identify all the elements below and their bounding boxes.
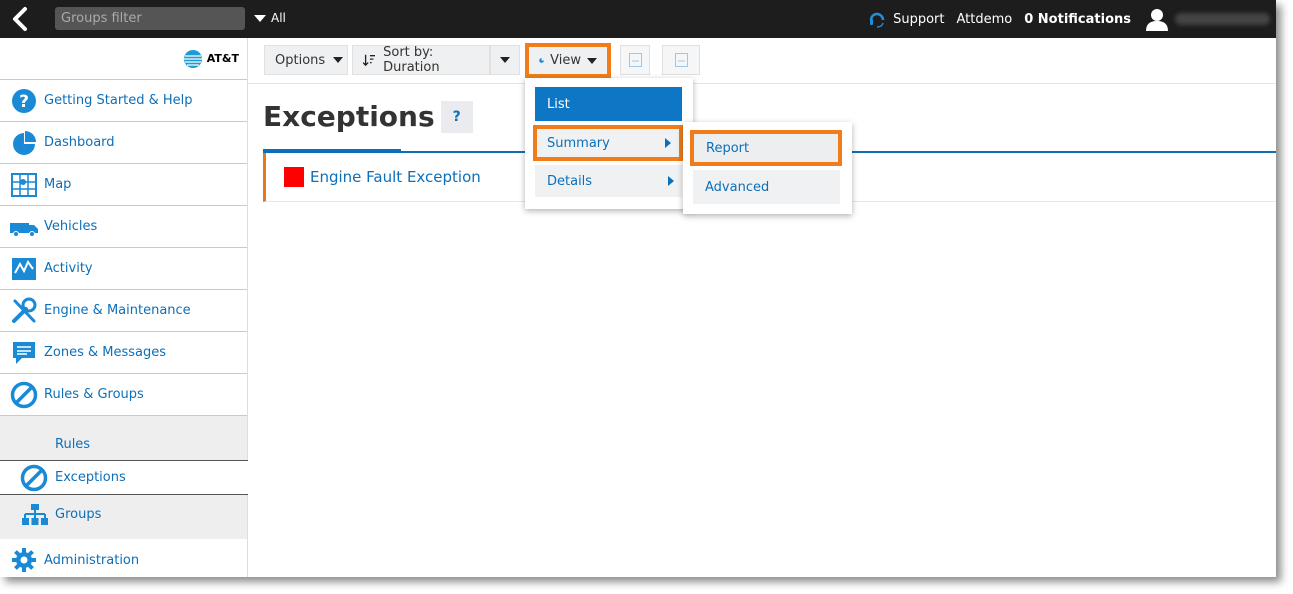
headset-icon — [869, 12, 885, 28]
menu-item-label: Summary — [547, 135, 610, 151]
rules-groups-subnav: Rules Exceptions Groups — [0, 415, 248, 539]
sidebar-item-administration[interactable]: Administration — [0, 539, 247, 577]
sidebar-item-label: Map — [44, 177, 72, 192]
sidebar-item-label: Activity — [44, 261, 93, 276]
svg-text:?: ? — [19, 92, 29, 112]
att-logo: AT&T — [0, 38, 247, 79]
groups-all-dropdown[interactable]: All — [254, 11, 286, 25]
sidebar: AT&T ? Getting Started & Help Dashboard … — [0, 38, 248, 577]
sidebar-item-dashboard[interactable]: Dashboard — [0, 121, 247, 163]
chevron-down-icon — [333, 57, 344, 63]
prohibited-icon — [20, 464, 48, 496]
options-button[interactable]: Options — [264, 45, 348, 75]
menu-item-advanced[interactable]: Advanced — [693, 170, 840, 204]
pie-chart-icon — [539, 58, 544, 63]
logo-text: AT&T — [206, 52, 239, 65]
save-icon — [674, 53, 688, 67]
sidebar-item-label: Vehicles — [44, 219, 98, 234]
app-window: All Support Attdemo 0 Notifications AT&T… — [0, 0, 1276, 577]
summary-submenu: Report Advanced — [683, 122, 852, 214]
sort-label: Sort by: Duration — [383, 45, 440, 75]
menu-item-details[interactable]: Details — [535, 165, 682, 197]
message-icon — [10, 339, 38, 367]
sidebar-item-label: Rules & Groups — [44, 387, 144, 402]
sidebar-item-zones-messages[interactable]: Zones & Messages — [0, 331, 247, 373]
user-email-redacted — [1175, 13, 1270, 25]
save-as-button[interactable] — [662, 45, 700, 75]
groups-filter-input[interactable] — [55, 7, 245, 30]
sidebar-item-activity[interactable]: Activity — [0, 247, 247, 289]
back-arrow-icon[interactable] — [8, 6, 34, 32]
subnav-item-exceptions[interactable]: Exceptions — [0, 460, 248, 495]
sidebar-item-vehicles[interactable]: Vehicles — [0, 205, 247, 247]
sidebar-item-map[interactable]: Map — [0, 163, 247, 205]
chevron-down-icon — [254, 14, 266, 22]
view-button[interactable]: View — [525, 43, 611, 78]
subnav-label: Groups — [55, 506, 102, 522]
account-name[interactable]: Attdemo — [957, 12, 1013, 27]
activity-chart-icon — [10, 255, 38, 283]
sidebar-item-label: Zones & Messages — [44, 345, 167, 360]
menu-item-summary[interactable]: Summary — [533, 125, 683, 161]
page-header: Exceptions ? — [263, 100, 473, 133]
support-label: Support — [893, 11, 945, 27]
gear-icon — [10, 546, 38, 574]
page-title: Exceptions — [263, 100, 435, 133]
org-chart-icon — [22, 504, 48, 530]
sidebar-item-rules-groups[interactable]: Rules & Groups — [0, 373, 247, 415]
sidebar-item-label: Administration — [44, 552, 140, 568]
sidebar-item-engine-maintenance[interactable]: Engine & Maintenance — [0, 289, 247, 331]
help-circle-icon: ? — [10, 87, 38, 115]
top-right-menu: Support Attdemo 0 Notifications — [867, 0, 1276, 38]
subnav-label: Rules — [55, 436, 91, 452]
menu-item-label: List — [547, 96, 570, 112]
toolbar: Options Sort by: Duration View — [248, 38, 1276, 84]
user-icon — [1146, 9, 1168, 31]
all-label: All — [271, 11, 286, 25]
subnav-item-groups[interactable]: Groups — [0, 504, 248, 525]
chevron-right-icon — [668, 176, 674, 186]
menu-item-list[interactable]: List — [535, 87, 682, 121]
subnav-label: Exceptions — [55, 470, 126, 485]
sidebar-item-label: Dashboard — [44, 135, 115, 150]
user-menu[interactable] — [1145, 7, 1270, 31]
notifications-link[interactable]: 0 Notifications — [1024, 12, 1131, 27]
att-globe-icon — [183, 49, 202, 68]
sort-icon — [363, 54, 376, 67]
menu-item-label: Details — [547, 173, 593, 189]
chevron-right-icon — [665, 138, 671, 148]
menu-item-label: Report — [706, 140, 750, 156]
menu-item-report[interactable]: Report — [690, 130, 842, 166]
help-button[interactable]: ? — [440, 100, 473, 133]
prohibited-icon — [10, 381, 38, 409]
map-grid-icon — [10, 171, 38, 199]
view-dropdown-menu: List Summary Details — [525, 78, 693, 209]
exception-color-swatch — [284, 167, 304, 187]
chevron-down-icon — [500, 57, 510, 63]
sidebar-item-label: Getting Started & Help — [44, 93, 193, 108]
support-link[interactable]: Support — [867, 9, 945, 29]
truck-icon — [10, 213, 38, 241]
pie-chart-icon — [10, 129, 38, 157]
subnav-item-rules[interactable]: Rules — [0, 434, 248, 454]
chevron-down-icon — [587, 57, 597, 64]
sidebar-item-getting-started[interactable]: ? Getting Started & Help — [0, 79, 247, 121]
options-label: Options — [275, 52, 326, 68]
view-label: View — [550, 53, 581, 68]
menu-item-label: Advanced — [705, 179, 770, 195]
wrench-icon — [10, 297, 38, 325]
save-icon — [628, 53, 642, 67]
top-bar: All Support Attdemo 0 Notifications — [0, 0, 1276, 38]
sort-dropdown-button[interactable] — [490, 45, 520, 75]
exception-name-link[interactable]: Engine Fault Exception — [310, 168, 481, 186]
sort-button[interactable]: Sort by: Duration — [352, 45, 490, 75]
sidebar-item-label: Engine & Maintenance — [44, 303, 191, 318]
save-button[interactable] — [620, 45, 650, 75]
